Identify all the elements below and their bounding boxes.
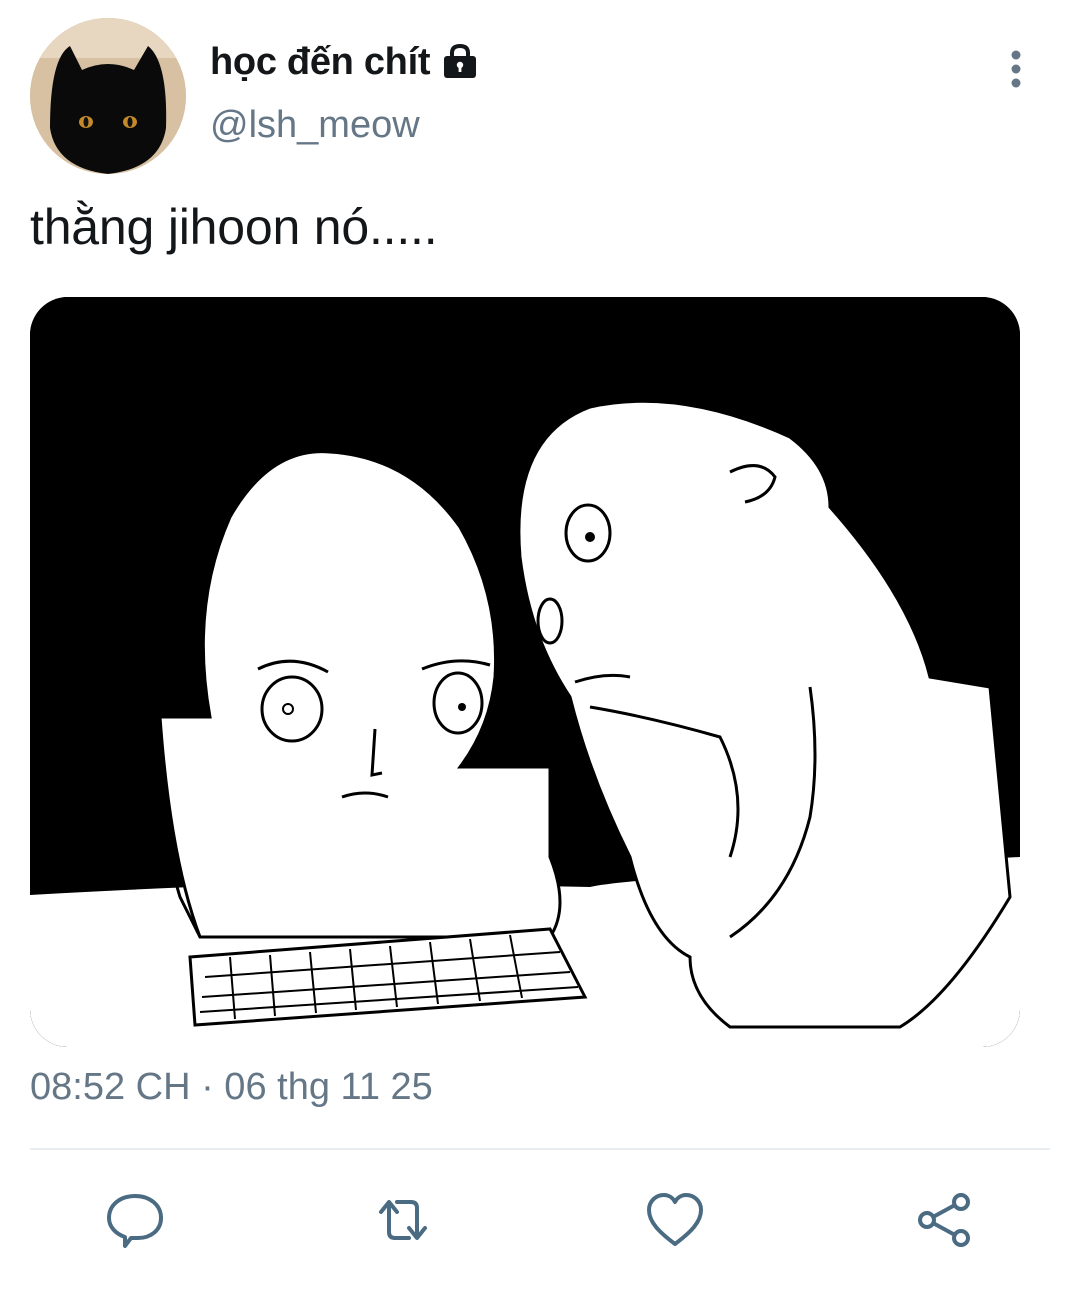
display-name[interactable]: học đến chít — [210, 41, 431, 84]
avatar[interactable] — [30, 18, 186, 174]
share-icon — [918, 1193, 970, 1247]
divider — [30, 1148, 1050, 1150]
more-vertical-icon[interactable] — [996, 46, 1036, 92]
heart-icon — [647, 1193, 703, 1246]
black-cat-avatar-icon — [30, 18, 186, 174]
author-handle[interactable]: @lsh_meow — [210, 104, 420, 147]
tweet-card: học đến chít @lsh_meow thằng jihoon nó..… — [0, 0, 1068, 1289]
tweet-timestamp: 08:52 CH · 06 thg 11 25 — [30, 1066, 433, 1108]
lock-icon — [440, 42, 480, 82]
reply-button[interactable] — [105, 1190, 165, 1250]
retweet-icon — [379, 1200, 427, 1240]
share-button[interactable] — [915, 1190, 975, 1250]
retweet-button[interactable] — [373, 1190, 433, 1250]
sketch-image-icon — [30, 297, 1020, 1047]
like-button[interactable] — [645, 1190, 705, 1250]
author-name-row[interactable]: học đến chít — [210, 36, 480, 88]
tweet-media-image[interactable] — [30, 297, 1020, 1047]
tweet-text: thằng jihoon nó..... — [30, 199, 438, 255]
comment-icon — [107, 1194, 163, 1248]
